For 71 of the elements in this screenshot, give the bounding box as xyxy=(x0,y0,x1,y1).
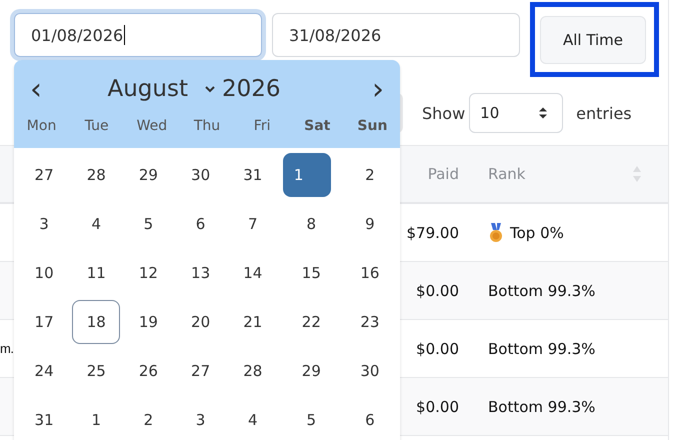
calendar-day[interactable]: 5 xyxy=(287,398,336,440)
calendar-day[interactable]: 11 xyxy=(72,250,120,294)
calendar-day[interactable]: 10 xyxy=(20,250,68,294)
year-field[interactable]: 2026 xyxy=(222,76,364,102)
table-cell: Bottom 99.3% xyxy=(488,340,596,358)
table-cell: $0.00 xyxy=(416,282,459,300)
weekday-label: Sun xyxy=(356,118,388,134)
previous-month-button[interactable]: ‹ xyxy=(22,72,50,106)
calendar-day[interactable]: 6 xyxy=(176,202,225,246)
weekday-label: Wed xyxy=(136,118,168,134)
calendar-day[interactable]: 12 xyxy=(124,250,172,294)
calendar-day[interactable]: 1 xyxy=(72,398,120,440)
table-cell: Bottom 99.3% xyxy=(488,398,596,416)
calendar-day[interactable]: 30 xyxy=(176,152,225,196)
medal-icon xyxy=(488,222,504,242)
calendar-day[interactable]: 8 xyxy=(287,202,336,246)
weekday-label: Fri xyxy=(252,118,272,134)
table-cell: $79.00 xyxy=(406,224,459,242)
weekday-label: Thu xyxy=(192,118,222,134)
calendar-day[interactable]: 29 xyxy=(124,152,172,196)
table-cell: $0.00 xyxy=(416,398,459,416)
calendar-day[interactable]: 16 xyxy=(346,250,394,294)
calendar-day[interactable]: 27 xyxy=(176,348,225,392)
calendar-day[interactable]: 20 xyxy=(176,300,225,344)
calendar-day[interactable]: 23 xyxy=(346,300,394,344)
calendar-day[interactable]: 28 xyxy=(72,152,120,196)
calendar-day[interactable]: 25 xyxy=(72,348,120,392)
calendar-day[interactable]: 22 xyxy=(287,300,336,344)
calendar-day[interactable]: 15 xyxy=(287,250,336,294)
next-month-button[interactable]: › xyxy=(364,72,392,106)
entries-label: entries xyxy=(576,104,632,122)
weekday-label: Tue xyxy=(84,118,110,134)
calendar-day[interactable]: 18 xyxy=(72,300,120,344)
table-cell: m. xyxy=(0,341,14,356)
show-label: Show xyxy=(422,104,466,122)
calendar-day[interactable]: 31 xyxy=(228,152,277,196)
calendar-day[interactable]: 31 xyxy=(20,398,68,440)
calendar-day[interactable]: 6 xyxy=(346,398,394,440)
table-cell: $0.00 xyxy=(416,340,459,358)
calendar-day[interactable]: 3 xyxy=(176,398,225,440)
calendar-day[interactable]: 4 xyxy=(72,202,120,246)
calendar-day[interactable]: 17 xyxy=(20,300,68,344)
calendar-day[interactable]: 3 xyxy=(20,202,68,246)
calendar-day[interactable]: 14 xyxy=(228,250,277,294)
calendar-day[interactable]: 7 xyxy=(228,202,277,246)
sort-icon[interactable] xyxy=(632,165,642,183)
weekday-label: Mon xyxy=(26,118,58,134)
calendar-day[interactable]: 19 xyxy=(124,300,172,344)
sort-arrows-icon xyxy=(538,106,548,120)
calendar-day[interactable]: 26 xyxy=(124,348,172,392)
calendar-day[interactable]: 21 xyxy=(228,300,277,344)
calendar-day[interactable]: 9 xyxy=(346,202,394,246)
calendar-day[interactable]: 29 xyxy=(287,348,336,392)
calendar-day[interactable]: 27 xyxy=(20,152,68,196)
calendar-day[interactable]: 4 xyxy=(228,398,277,440)
entries-select[interactable]: 10 xyxy=(469,93,564,133)
calendar-day[interactable]: 13 xyxy=(176,250,225,294)
all-time-button[interactable]: All Time xyxy=(540,16,646,64)
table-cell: Bottom 99.3% xyxy=(488,282,596,300)
calendar-day[interactable]: 30 xyxy=(346,348,394,392)
chevron-down-icon xyxy=(204,85,216,93)
date-field[interactable]: 31/08/2026 xyxy=(272,13,520,57)
calendar-day[interactable]: 5 xyxy=(124,202,172,246)
calendar-day[interactable]: 28 xyxy=(228,348,277,392)
calendar-day[interactable]: 2 xyxy=(346,152,394,196)
table-cell: Top 0% xyxy=(510,224,564,242)
weekday-label: Sat xyxy=(303,118,332,134)
calendar-day[interactable]: 24 xyxy=(20,348,68,392)
calendar-day[interactable]: 2 xyxy=(124,398,172,440)
calendar-day[interactable]: 1 xyxy=(282,152,331,196)
month-select[interactable]: August xyxy=(50,76,222,102)
